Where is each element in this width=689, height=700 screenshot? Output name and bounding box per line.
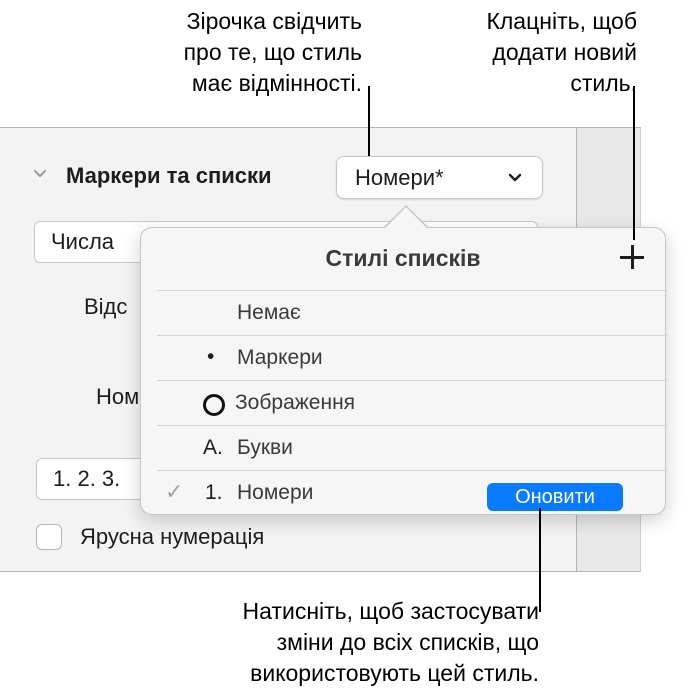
callout-line: про те, що стиль [183, 39, 362, 65]
list-style-label: Номери [237, 481, 314, 504]
callout-update: Натисніть, щоб застосувати зміни до всіх… [79, 596, 539, 689]
callout-asterisk: Зірочка свідчить про те, що стиль має ві… [62, 6, 362, 99]
number-label: Ном [96, 384, 140, 409]
leader-line [368, 86, 370, 156]
callout-line: Клацніть, щоб [486, 8, 637, 34]
bullet-icon: • [207, 345, 215, 368]
popover-title: Стилі списків [325, 245, 481, 271]
callout-line: додати новий [492, 39, 637, 65]
list-style-label: Немає [237, 301, 301, 324]
callout-line: Натисніть, щоб застосувати [242, 598, 539, 624]
list-style-row-bullets[interactable]: • Маркери [157, 335, 667, 380]
callout-line: Зірочка свідчить [186, 8, 362, 34]
section-title: Маркери та списки [66, 163, 272, 188]
list-style-label: Зображення [235, 391, 356, 414]
callout-add-style: Клацніть, щоб додати новий стиль. [377, 6, 637, 99]
callout-line: стиль. [570, 70, 637, 96]
tiered-numbering-checkbox[interactable] [36, 524, 62, 550]
leader-line [633, 86, 635, 240]
number-format-label: 1. 2. 3. [53, 466, 121, 491]
callout-line: зміни до всіх списків, що [276, 629, 539, 655]
list-style-label: Букви [237, 436, 293, 459]
tiered-numbering-label: Ярусна нумерація [80, 524, 265, 549]
list-style-popup[interactable]: Номери* [336, 156, 543, 199]
list-style-label: Маркери [237, 346, 323, 369]
callout-line: має відмінності. [191, 70, 362, 96]
chevron-down-icon[interactable] [34, 168, 46, 180]
checkmark-icon: ✓ [165, 479, 184, 504]
list-style-row-none[interactable]: Немає [157, 290, 667, 335]
update-style-button[interactable]: Оновити [487, 483, 623, 511]
leader-line [539, 508, 541, 612]
bullet-type-label: Числа [51, 229, 115, 254]
chevron-down-icon [508, 173, 522, 182]
list-style-popup-label: Номери* [355, 165, 444, 190]
indent-label: Відс [84, 294, 128, 319]
number-marker: 1. [205, 481, 223, 504]
ring-bullet-icon [203, 394, 225, 416]
list-style-row-image[interactable]: Зображення [157, 380, 667, 425]
list-styles-popover: Стилі списків Немає • Маркери Зображення… [140, 227, 667, 515]
list-style-row-letters[interactable]: A. Букви [157, 425, 667, 470]
letter-marker: A. [203, 436, 223, 459]
add-style-button[interactable] [615, 240, 649, 274]
popover-arrow-fill [385, 207, 427, 228]
list-style-row-numbers[interactable]: ✓ 1. Номери Оновити [157, 470, 667, 515]
callout-line: використовують цей стиль. [250, 660, 539, 686]
